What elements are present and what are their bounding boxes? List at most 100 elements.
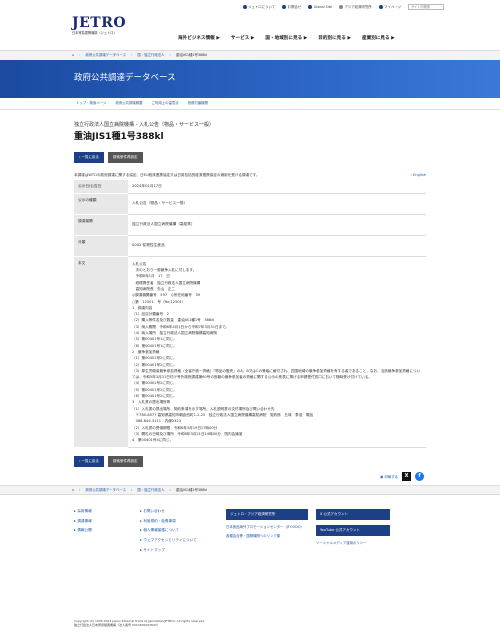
footer-link[interactable]: 各種会合等・国際機関へのリンク集	[226, 534, 308, 539]
main-content: 独立行政法人国立病院機構 - 入札公告（物品・サービス一般） 重油JIS1種1号…	[0, 122, 500, 468]
gnav-item[interactable]: 目的別に見る ▶	[318, 36, 351, 42]
back-to-list-button[interactable]: ‹ 一覧に戻る	[74, 456, 105, 468]
utility-bar: ジェトロについて お問合せ Global Site アジア経済研究所 マイページ…	[0, 0, 500, 14]
gnav-item[interactable]: 国・地域別に見る ▶	[265, 36, 307, 42]
breadcrumb-item[interactable]: 国・独立行政法人	[137, 53, 164, 58]
table-row: 分類 0002 鉱物性生産品	[74, 235, 426, 257]
facebook-share-icon[interactable]: f	[415, 472, 424, 482]
page-title: 重油JIS1種1号388kl	[74, 132, 164, 142]
footer-col-2: お問い合わせ 利用規約・免責事項 個人情報保護について ウェブアクセシビリティに…	[140, 509, 218, 557]
row-label: 公示の種類	[74, 193, 128, 215]
gnav-item[interactable]: 海外ビジネス情報 ▶	[178, 36, 220, 42]
back-button-label: 一覧に戻る	[81, 154, 100, 159]
print-button[interactable]: ▣ 印刷する	[380, 475, 398, 480]
breadcrumb-separator: ›	[169, 53, 171, 58]
breadcrumb-separator: ›	[79, 53, 81, 58]
notice-body-text: 入札公告 次のとおり一般競争入札に付します。 令和6年1月 17 日 経理責任者…	[132, 261, 421, 443]
footer-link[interactable]: 利用規約・免責事項	[140, 519, 218, 524]
gnav-item[interactable]: サービス ▶	[231, 36, 255, 42]
top-button-row: ‹ 一覧に戻る 検索条件再設定	[74, 151, 426, 163]
corporate-number-text: 独立行政法人日本貿易振興機構（法人番号 2010405003693）	[74, 623, 160, 628]
row-label: 本文	[74, 256, 128, 449]
utility-asia-label: アジア経済研究所	[344, 4, 372, 9]
breadcrumb-item[interactable]: 政府公共調達データベース	[86, 488, 127, 493]
table-row: 公示日/公告日 2024年01月17日	[74, 179, 426, 194]
site-footer: 採用情報 調達情報 情報公開 お問い合わせ 利用規約・免責事項 個人情報保護につ…	[0, 495, 500, 557]
copyright: Copyright (C) 1995-2024 Japan External T…	[74, 619, 205, 627]
home-icon[interactable]: ⌂	[72, 53, 74, 58]
section-nav-item[interactable]: 政府公共調達概要	[115, 101, 142, 106]
footer-link[interactable]: ウェブアクセシビリティについて	[140, 538, 218, 543]
contact-icon	[282, 4, 287, 9]
footer-link[interactable]: 採用情報	[74, 509, 132, 514]
utility-asia[interactable]: アジア経済研究所	[339, 5, 372, 10]
section-nav-item[interactable]: 役務付番機関	[188, 101, 208, 106]
notice-type-value: 入札公告（物品・サービス一般）	[128, 193, 426, 215]
english-link[interactable]: › English	[410, 173, 426, 178]
reset-search-button[interactable]: 検索条件再設定	[108, 151, 143, 163]
footer-link[interactable]: ソーシャルメディア運用ポリシー	[316, 541, 390, 546]
category-value: 0002 鉱物性生産品	[128, 235, 426, 257]
jetro-logo[interactable]: JETRO 日本貿易振興機構（ジェトロ）	[72, 16, 126, 35]
footer-link[interactable]: 情報公開	[74, 528, 132, 533]
organization-value: 独立行政法人国立病院機構（高知県）	[128, 214, 426, 236]
home-icon[interactable]: ⌂	[72, 488, 74, 493]
footer-link[interactable]: 調達情報	[74, 519, 132, 524]
back-to-list-button[interactable]: ‹ 一覧に戻る	[74, 151, 105, 163]
footer-col-3: ジェトロ・アジア経済研究所 日本食品海外プロモーションセンター（JFOODO） …	[226, 509, 308, 557]
section-nav-item[interactable]: ご利用上の留意点	[152, 101, 179, 106]
notice-table: 公示日/公告日 2024年01月17日 公示の種類 入札公告（物品・サービス一般…	[74, 179, 426, 449]
pub-date-value: 2024年01月17日	[128, 179, 426, 194]
utility-about-label: ジェトロについて	[248, 4, 276, 9]
row-label: 分類	[74, 235, 128, 257]
page-banner: 政府公共調達データベース	[0, 60, 500, 98]
about-icon	[242, 4, 247, 9]
x-account-button[interactable]: X 公式アカウント	[316, 509, 390, 521]
utility-contact[interactable]: お問合せ	[282, 5, 301, 10]
site-header: JETRO 日本貿易振興機構（ジェトロ） 海外ビジネス情報 ▶ サービス ▶ 国…	[0, 14, 500, 50]
x-share-icon[interactable]: X	[402, 472, 411, 482]
utility-mypage[interactable]: マイページ	[378, 4, 401, 10]
breadcrumb-current: 重油JIS1種1号388kl	[175, 488, 208, 493]
breadcrumb-separator: ›	[131, 488, 133, 493]
back-button-label: 一覧に戻る	[81, 459, 100, 464]
wto-note-text: 本調達はWTOの政府調達に関する協定、日EU経済連携協定又は日英包括的経済連携協…	[74, 172, 260, 177]
row-label: 公示日/公告日	[74, 179, 128, 194]
asia-icon	[339, 4, 344, 9]
english-link-label: English	[413, 172, 426, 177]
globe-icon	[308, 4, 313, 9]
footer-breadcrumb: ⌂ › 政府公共調達データベース › 国・独立行政法人 › 重油JIS1種1号3…	[0, 485, 500, 496]
banner-title: 政府公共調達データベース	[74, 73, 176, 84]
breadcrumb-separator: ›	[79, 488, 81, 493]
table-row: 公示の種類 入札公告（物品・サービス一般）	[74, 193, 426, 215]
section-nav-item[interactable]: トップ・検索ページ	[76, 101, 106, 106]
breadcrumb-separator: ›	[131, 53, 133, 58]
utility-global[interactable]: Global Site	[308, 5, 332, 10]
row-label: 調達機関	[74, 214, 128, 236]
youtube-account-button[interactable]: YouTube 公式アカウント	[316, 525, 390, 537]
table-row: 調達機関 独立行政法人国立病院機構（高知県）	[74, 214, 426, 236]
asia-institute-button[interactable]: ジェトロ・アジア経済研究所	[226, 509, 308, 521]
utility-global-label: Global Site	[313, 4, 333, 9]
table-row: 本文 入札公告 次のとおり一般競争入札に付します。 令和6年1月 17 日 経理…	[74, 256, 426, 449]
footer-col-4: X 公式アカウント YouTube 公式アカウント ソーシャルメディア運用ポリシ…	[316, 509, 390, 557]
reset-search-button[interactable]: 検索条件再設定	[108, 456, 143, 468]
footer-link[interactable]: 個人情報保護について	[140, 528, 218, 533]
print-label: 印刷する	[384, 474, 398, 479]
footer-link[interactable]: サイトマップ	[140, 548, 218, 553]
breadcrumb-separator: ›	[169, 488, 171, 493]
global-nav: 海外ビジネス情報 ▶ サービス ▶ 国・地域別に見る ▶ 目的別に見る ▶ 産業…	[178, 36, 395, 42]
share-bar: ▣ 印刷する X f	[0, 472, 500, 482]
logo-subtitle: 日本貿易振興機構（ジェトロ）	[72, 31, 117, 35]
breadcrumb-item[interactable]: 政府公共調達データベース	[86, 53, 127, 58]
utility-mypage-label: マイページ	[384, 4, 401, 9]
site-search-input[interactable]: サイト内検索	[408, 4, 444, 10]
footer-link[interactable]: お問い合わせ	[140, 509, 218, 514]
breadcrumb-item[interactable]: 国・独立行政法人	[137, 488, 164, 493]
utility-about[interactable]: ジェトロについて	[242, 4, 276, 10]
user-icon	[378, 4, 383, 9]
gnav-item[interactable]: 産業別に見る ▶	[362, 36, 395, 42]
page-kicker: 独立行政法人国立病院機構 - 入札公告（物品・サービス一般）	[74, 122, 214, 128]
footer-link[interactable]: 日本食品海外プロモーションセンター（JFOODO）	[226, 525, 308, 530]
bottom-button-row: ‹ 一覧に戻る 検索条件再設定	[74, 456, 426, 468]
